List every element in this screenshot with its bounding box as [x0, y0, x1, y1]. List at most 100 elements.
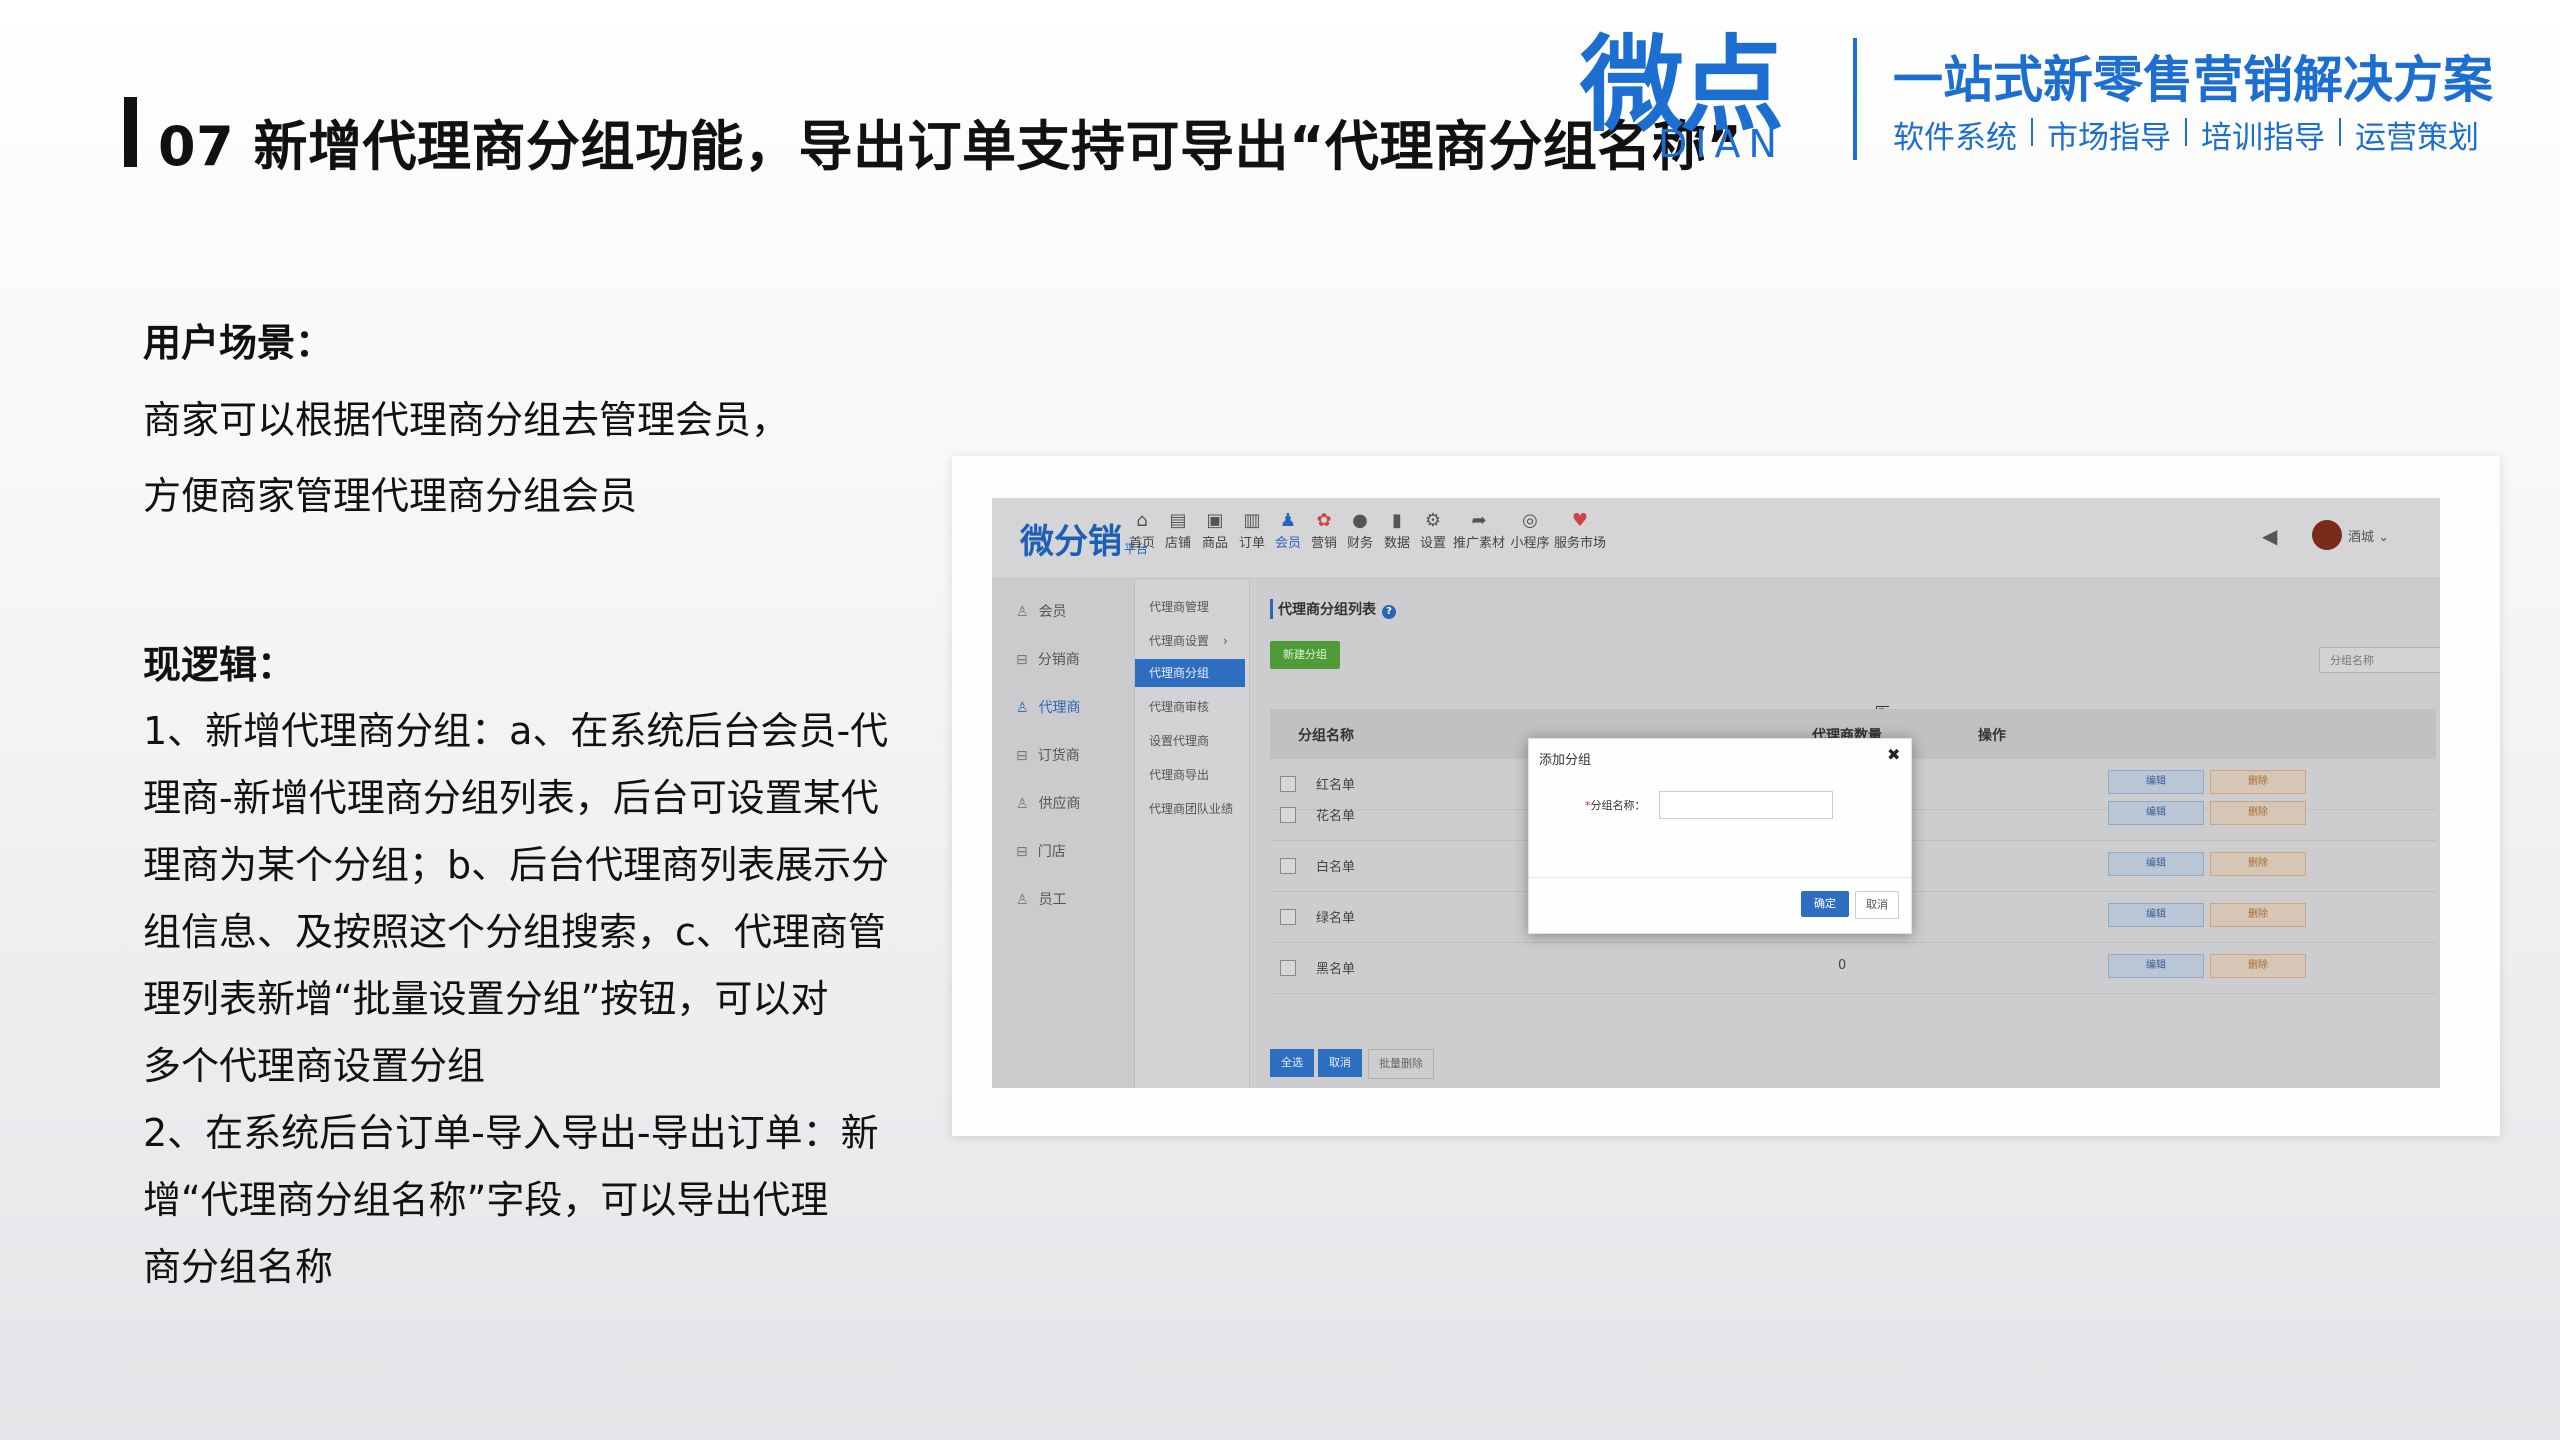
subnav-agent-settings[interactable]: 代理商设置 › — [1135, 627, 1245, 655]
subnav-agent-group[interactable]: 代理商分组 — [1135, 659, 1245, 687]
sidebar-item-label: 分销商 — [1037, 652, 1080, 668]
help-icon[interactable]: ? — [1382, 605, 1396, 619]
delete-button[interactable]: 删除 — [2210, 852, 2306, 876]
list-title: 代理商分组列表? — [1270, 599, 1396, 619]
speaker-icon[interactable]: ◀ — [2262, 524, 2277, 548]
group-name: 黑名单 — [1316, 962, 1356, 977]
edit-button[interactable]: 编辑 — [2108, 852, 2204, 876]
store-icon: ⊟ — [1016, 844, 1028, 860]
sidebar-item-label: 会员 — [1038, 604, 1067, 620]
row-checkbox[interactable] — [1280, 858, 1296, 874]
logic-line: 理列表新增“批量设置分组”按钮，可以对 — [143, 977, 829, 1021]
logic-line: 商分组名称 — [143, 1245, 334, 1289]
edit-button[interactable]: 编辑 — [2108, 954, 2204, 978]
nav-label: 小程序 — [1510, 536, 1550, 551]
app-window: 微分销 平台 ⌂ 首页 ▤ 店铺 ▣ 商品 ▥ 订单 ♟ 会员 ✿ 营销 ● 财务 ▮ 数据 ⚙ 设… — [992, 498, 2440, 1088]
sidebar-item-label: 订货商 — [1037, 748, 1080, 764]
nav-share[interactable]: ➦ 推广素材 — [1448, 510, 1510, 551]
row-checkbox[interactable] — [1280, 807, 1296, 823]
logic-line: 1、新增代理商分组：a、在系统后台会员-代 — [143, 709, 889, 753]
group-name-label: *分组名称： — [1585, 797, 1646, 813]
column-header-name: 分组名称 — [1298, 728, 1354, 744]
screenshot-frame: 微分销 平台 ⌂ 首页 ▤ 店铺 ▣ 商品 ▥ 订单 ♟ 会员 ✿ 营销 ● 财务 ▮ 数据 ⚙ 设… — [952, 456, 2500, 1136]
row-checkbox[interactable] — [1280, 909, 1296, 925]
logic-body: 1、新增代理商分组：a、在系统后台会员-代 理商-新增代理商分组列表，后台可设置… — [143, 698, 890, 1301]
edit-button[interactable]: 编辑 — [2108, 801, 2204, 825]
scene-heading: 用户场景： — [143, 321, 334, 365]
cancel-button[interactable]: 取消 — [1855, 891, 1899, 919]
agent-icon: ♙ — [1016, 700, 1029, 716]
service-separator — [2031, 118, 2033, 146]
table-row: 黑名单 0 编辑 删除 — [1270, 943, 2436, 994]
delete-button[interactable]: 删除 — [2210, 903, 2306, 927]
group-name-input[interactable] — [1659, 791, 1833, 819]
sidebar-item-distributor[interactable]: ⊟ 分销商 — [1016, 649, 1080, 669]
service-item: 运营策划 — [2355, 120, 2479, 156]
person-icon: ♙ — [1016, 604, 1029, 620]
cancel-select-button[interactable]: 取消 — [1318, 1049, 1362, 1077]
search-input[interactable]: 分组名称 — [2319, 647, 2440, 673]
dialog-divider — [1529, 877, 1911, 878]
sidebar-item-store[interactable]: ⊟ 门店 — [1016, 841, 1066, 861]
edit-button[interactable]: 编辑 — [2108, 903, 2204, 927]
staff-icon: ♙ — [1016, 892, 1029, 908]
group-name: 绿名单 — [1316, 911, 1356, 926]
sidebar-item-label: 供应商 — [1038, 796, 1081, 812]
list-title-text: 代理商分组列表 — [1278, 602, 1376, 618]
row-checkbox[interactable] — [1280, 960, 1296, 976]
app-logo-text: 微分销 — [1020, 522, 1122, 562]
group-name: 花名单 — [1316, 809, 1356, 824]
app-topbar: 微分销 平台 ⌂ 首页 ▤ 店铺 ▣ 商品 ▥ 订单 ♟ 会员 ✿ 营销 ● 财务 ▮ 数据 ⚙ 设… — [992, 498, 2440, 579]
batch-delete-button[interactable]: 批量删除 — [1368, 1049, 1434, 1079]
service-item: 培训指导 — [2201, 120, 2325, 156]
delete-button[interactable]: 删除 — [2210, 801, 2306, 825]
market-icon: ♥ — [1571, 510, 1589, 531]
sidebar-primary: ♙ 会员 ⊟ 分销商 ♙ 代理商 ⊟ 订货商 ♙ 供应商 ⊟ 门店 ♙ 员工 — [992, 579, 1135, 1088]
chevron-right-icon: › — [1223, 634, 1228, 648]
confirm-button[interactable]: 确定 — [1801, 891, 1849, 917]
agent-count: 0 — [1838, 958, 1847, 973]
sidebar-item-agent[interactable]: ♙ 代理商 — [1016, 697, 1081, 717]
sidebar-item-orderer[interactable]: ⊟ 订货商 — [1016, 745, 1080, 765]
sidebar-item-supplier[interactable]: ♙ 供应商 — [1016, 793, 1081, 813]
subnav-agent-export[interactable]: 代理商导出 — [1135, 761, 1245, 789]
service-item: 软件系统 — [1893, 120, 2017, 156]
user-menu[interactable]: 酒城 ⌄ — [2348, 526, 2389, 545]
user-name: 酒城 — [2348, 530, 2375, 545]
chevron-down-icon: ⌄ — [2374, 530, 2390, 545]
nav-label: 设置 — [1419, 536, 1446, 551]
sidebar-item-label: 代理商 — [1038, 700, 1081, 716]
sidebar-secondary: 代理商管理 代理商设置 › 代理商分组 代理商审核 设置代理商 代理商导出 代理商… — [1135, 579, 1250, 1088]
service-separator — [2185, 118, 2187, 146]
sidebar-item-staff[interactable]: ♙ 员工 — [1016, 889, 1067, 909]
brand-logo: 微点 DIAN — [1580, 30, 1820, 166]
service-separator — [2339, 118, 2341, 146]
subnav-agent-manage[interactable]: 代理商管理 — [1135, 593, 1245, 621]
subnav-agent-team[interactable]: 代理商团队业绩 — [1135, 795, 1245, 823]
logic-line: 理商为某个分组；b、后台代理商列表展示分 — [143, 843, 890, 887]
brand-logo-sub: DIAN — [1658, 122, 1785, 166]
group-name-label-text: 分组名称： — [1590, 799, 1646, 812]
logic-line: 组信息、及按照这个分组搜索，c、代理商管 — [143, 910, 886, 954]
subnav-label: 代理商设置 — [1149, 634, 1210, 648]
supplier-icon: ♙ — [1016, 796, 1029, 812]
avatar[interactable] — [2312, 520, 2342, 550]
nav-label: 推广素材 — [1452, 536, 1505, 551]
sidebar-item-label: 门店 — [1037, 844, 1066, 860]
service-item: 市场指导 — [2047, 120, 2171, 156]
subnav-set-agent[interactable]: 设置代理商 — [1135, 727, 1245, 755]
delete-button[interactable]: 删除 — [2210, 954, 2306, 978]
select-all-button[interactable]: 全选 — [1270, 1049, 1314, 1077]
nav-market[interactable]: ♥ 服务市场 — [1548, 510, 1612, 551]
logic-line: 多个代理商设置分组 — [143, 1044, 486, 1088]
sidebar-item-member[interactable]: ♙ 会员 — [1016, 601, 1067, 621]
add-group-dialog: 添加分组 ✖ *分组名称： 确定 取消 — [1528, 738, 1912, 934]
close-icon[interactable]: ✖ — [1887, 745, 1900, 764]
logic-heading: 现逻辑： — [143, 643, 296, 687]
nav-label: 服务市场 — [1553, 536, 1606, 551]
brand-services: 软件系统 市场指导 培训指导 运营策划 — [1893, 112, 2479, 157]
brand-divider — [1853, 38, 1857, 160]
sidebar-item-label: 员工 — [1038, 892, 1067, 908]
new-group-button[interactable]: 新建分组 — [1270, 641, 1340, 669]
subnav-agent-review[interactable]: 代理商审核 — [1135, 693, 1245, 721]
